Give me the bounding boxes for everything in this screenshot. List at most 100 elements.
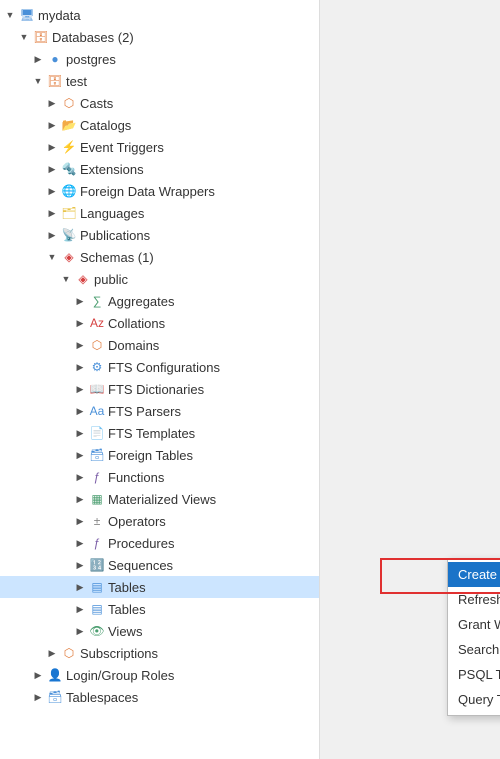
chevron-icon[interactable] xyxy=(18,31,30,43)
tree-item-procedures[interactable]: ƒProcedures xyxy=(0,532,319,554)
chevron-icon[interactable] xyxy=(74,625,86,637)
tree-item-login-group[interactable]: 👤Login/Group Roles xyxy=(0,664,319,686)
node-icon: 👁 xyxy=(89,623,105,639)
tree-item-sequences[interactable]: 🔢Sequences xyxy=(0,554,319,576)
chevron-icon[interactable] xyxy=(74,515,86,527)
context-menu-item-refresh[interactable]: Refresh xyxy=(448,587,500,612)
tree-item-fts-dict[interactable]: 📖FTS Dictionaries xyxy=(0,378,319,400)
chevron-icon[interactable] xyxy=(74,471,86,483)
context-menu-wrapper: Create▶RefreshGrant Wizard...Search Obje… xyxy=(447,558,500,716)
tree-item-fts-templates[interactable]: 📄FTS Templates xyxy=(0,422,319,444)
context-menu-item-query-tool[interactable]: Query Tool xyxy=(448,687,500,712)
chevron-icon[interactable] xyxy=(74,559,86,571)
node-icon: ◈ xyxy=(75,271,91,287)
tree-item-mat-views[interactable]: ▦Materialized Views xyxy=(0,488,319,510)
node-label: Login/Group Roles xyxy=(66,668,174,683)
tree-item-event-triggers[interactable]: ⚡Event Triggers xyxy=(0,136,319,158)
tree-item-casts[interactable]: ⬡Casts xyxy=(0,92,319,114)
chevron-icon[interactable] xyxy=(74,449,86,461)
tree-item-extensions[interactable]: 🔩Extensions xyxy=(0,158,319,180)
tree-item-publications[interactable]: 📡Publications xyxy=(0,224,319,246)
tree-item-tablespaces[interactable]: 🗃Tablespaces xyxy=(0,686,319,708)
context-menu-item-grant-wizard[interactable]: Grant Wizard... xyxy=(448,612,500,637)
chevron-icon[interactable] xyxy=(74,537,86,549)
context-menu-item-psql-tool[interactable]: PSQL Tool xyxy=(448,662,500,687)
node-label: Functions xyxy=(108,470,164,485)
tree-item-fts-config[interactable]: ⚙FTS Configurations xyxy=(0,356,319,378)
tree-item-catalogs[interactable]: 📂Catalogs xyxy=(0,114,319,136)
node-icon: ● xyxy=(47,51,63,67)
tree-item-schemas[interactable]: ◈Schemas (1) xyxy=(0,246,319,268)
node-label: Catalogs xyxy=(80,118,131,133)
chevron-icon[interactable] xyxy=(46,207,58,219)
menu-item-label: Query Tool xyxy=(458,692,500,707)
sidebar: 🖥mydata🗄Databases (2)●postgres🗄test⬡Cast… xyxy=(0,0,320,759)
node-label: Domains xyxy=(108,338,159,353)
tree-item-mydata[interactable]: 🖥mydata xyxy=(0,4,319,26)
chevron-icon[interactable] xyxy=(46,141,58,153)
node-label: Databases (2) xyxy=(52,30,134,45)
tree-item-languages[interactable]: 🗂Languages xyxy=(0,202,319,224)
chevron-icon[interactable] xyxy=(74,361,86,373)
chevron-icon[interactable] xyxy=(74,603,86,615)
node-label: Materialized Views xyxy=(108,492,216,507)
tree-item-aggregates[interactable]: ∑Aggregates xyxy=(0,290,319,312)
menu-item-label: Create xyxy=(458,567,500,582)
chevron-icon[interactable] xyxy=(74,405,86,417)
tree-item-foreign-tables[interactable]: 🗃Foreign Tables xyxy=(0,444,319,466)
chevron-icon[interactable] xyxy=(74,427,86,439)
node-icon: ⚡ xyxy=(61,139,77,155)
tree-item-functions[interactable]: ƒFunctions xyxy=(0,466,319,488)
tree-item-operators[interactable]: ±Operators xyxy=(0,510,319,532)
chevron-icon[interactable] xyxy=(46,647,58,659)
tree-item-public[interactable]: ◈public xyxy=(0,268,319,290)
chevron-icon[interactable] xyxy=(46,185,58,197)
chevron-icon[interactable] xyxy=(46,119,58,131)
node-label: Languages xyxy=(80,206,144,221)
chevron-icon[interactable] xyxy=(32,53,44,65)
node-icon: ∑ xyxy=(89,293,105,309)
tree-item-test[interactable]: 🗄test xyxy=(0,70,319,92)
chevron-icon[interactable] xyxy=(74,317,86,329)
node-icon: 🖥 xyxy=(19,7,35,23)
node-icon: ⬡ xyxy=(89,337,105,353)
chevron-icon[interactable] xyxy=(46,229,58,241)
tree-item-collations[interactable]: AzCollations xyxy=(0,312,319,334)
node-label: Casts xyxy=(80,96,113,111)
node-icon: 🔢 xyxy=(89,557,105,573)
tree-item-postgres[interactable]: ●postgres xyxy=(0,48,319,70)
chevron-icon[interactable] xyxy=(74,295,86,307)
chevron-icon[interactable] xyxy=(4,9,16,21)
chevron-icon[interactable] xyxy=(46,251,58,263)
node-icon: ⚙ xyxy=(89,359,105,375)
chevron-icon[interactable] xyxy=(32,75,44,87)
chevron-icon[interactable] xyxy=(74,339,86,351)
tree-item-databases[interactable]: 🗄Databases (2) xyxy=(0,26,319,48)
chevron-icon[interactable] xyxy=(46,97,58,109)
chevron-icon[interactable] xyxy=(74,493,86,505)
node-icon: ⬡ xyxy=(61,645,77,661)
node-label: public xyxy=(94,272,128,287)
tree-item-views[interactable]: 👁Views xyxy=(0,620,319,642)
tree-item-subscriptions[interactable]: ⬡Subscriptions xyxy=(0,642,319,664)
chevron-icon[interactable] xyxy=(46,163,58,175)
node-icon: ƒ xyxy=(89,469,105,485)
tree-item-domains[interactable]: ⬡Domains xyxy=(0,334,319,356)
chevron-icon[interactable] xyxy=(74,383,86,395)
node-label: Aggregates xyxy=(108,294,175,309)
tree: 🖥mydata🗄Databases (2)●postgres🗄test⬡Cast… xyxy=(0,0,319,712)
tree-item-tables-sel[interactable]: ▤Tables xyxy=(0,576,319,598)
tree-item-fts-parsers[interactable]: AaFTS Parsers xyxy=(0,400,319,422)
context-menu-item-search-objects[interactable]: Search Objects... xyxy=(448,637,500,662)
node-icon: 🗂 xyxy=(61,205,77,221)
node-icon: ƒ xyxy=(89,535,105,551)
node-icon: 🗃 xyxy=(89,447,105,463)
context-menu-item-create[interactable]: Create▶ xyxy=(448,562,500,587)
chevron-icon[interactable] xyxy=(32,669,44,681)
chevron-icon[interactable] xyxy=(60,273,72,285)
tree-item-tables2[interactable]: ▤Tables xyxy=(0,598,319,620)
tree-item-fdw[interactable]: 🌐Foreign Data Wrappers xyxy=(0,180,319,202)
chevron-icon[interactable] xyxy=(74,581,86,593)
node-label: Collations xyxy=(108,316,165,331)
chevron-icon[interactable] xyxy=(32,691,44,703)
